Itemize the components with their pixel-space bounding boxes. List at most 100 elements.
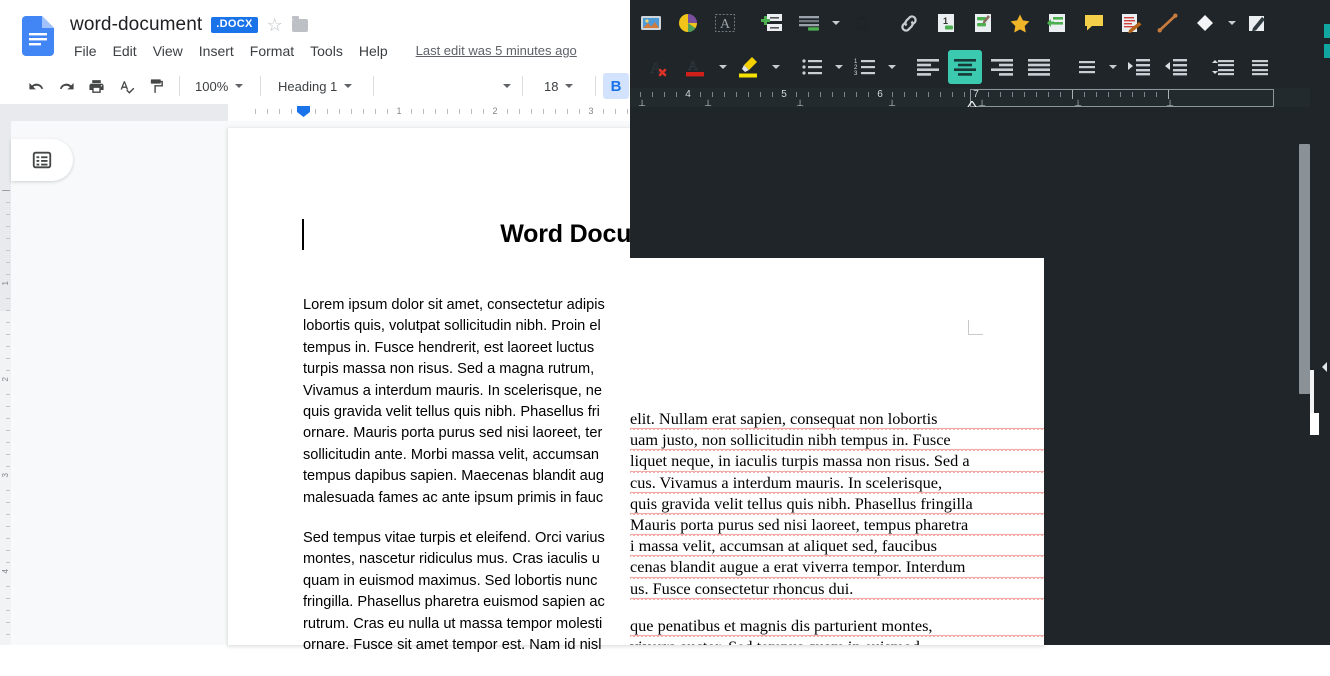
font-color-dropdown-icon[interactable]	[716, 50, 729, 84]
ruler-tick	[507, 109, 508, 114]
align-center-icon[interactable]	[948, 50, 982, 84]
insert-image-icon[interactable]	[634, 6, 668, 40]
toolbar-divider	[595, 76, 596, 96]
ruler-tick	[760, 92, 761, 97]
menu-edit[interactable]: Edit	[105, 40, 145, 62]
insert-hyperlink-icon[interactable]	[892, 6, 926, 40]
menu-view[interactable]: View	[145, 40, 191, 62]
ruler-tick	[387, 109, 388, 114]
tab-stop-marker[interactable]: ⊥	[638, 99, 646, 108]
insert-endnote-icon[interactable]	[966, 6, 1000, 40]
highlight-color-icon[interactable]	[732, 50, 766, 84]
unordered-list-icon[interactable]	[795, 50, 829, 84]
insert-field-icon[interactable]	[792, 6, 826, 40]
ruler-tick	[652, 92, 653, 97]
document-title[interactable]: word-document	[70, 14, 202, 36]
redo-icon[interactable]	[52, 72, 80, 100]
libreoffice-canvas-gap	[630, 107, 1330, 129]
insert-comment-icon[interactable]	[1077, 6, 1111, 40]
tab-stop-marker[interactable]: ⊥	[888, 99, 896, 108]
align-left-icon[interactable]	[911, 50, 945, 84]
unordered-list-dropdown-icon[interactable]	[832, 50, 845, 84]
ordered-list-dropdown-icon[interactable]	[885, 50, 898, 84]
text-cursor	[302, 219, 304, 250]
sidebar-collapse-arrow-icon[interactable]	[1322, 362, 1327, 372]
menu-tools[interactable]: Tools	[302, 40, 351, 62]
ruler-margin-left	[0, 104, 228, 121]
increase-indent-icon[interactable]	[1122, 50, 1156, 84]
font-color-icon[interactable]: A	[679, 50, 713, 84]
menu-format[interactable]: Format	[242, 40, 302, 62]
line-spacing-icon[interactable]	[1069, 50, 1103, 84]
scrollbar-thumb[interactable]	[1299, 144, 1310, 394]
ruler-tick	[6, 598, 10, 599]
bold-button[interactable]: B	[603, 73, 629, 99]
insert-bookmark-icon[interactable]	[1003, 6, 1037, 40]
show-document-outline-button[interactable]	[11, 139, 73, 181]
insert-text-box-icon[interactable]: A	[708, 6, 742, 40]
document-outline-icon	[32, 151, 52, 169]
tab-stop-marker[interactable]: ⊥	[704, 99, 712, 108]
libreoffice-toolbar-row-1: A Ω 1	[634, 2, 1278, 44]
chevron-down-icon	[344, 84, 353, 88]
ruler-tick	[6, 310, 10, 311]
ruler-tick	[6, 418, 10, 419]
insert-page-break-icon[interactable]	[755, 6, 789, 40]
justified-icon[interactable]	[1022, 50, 1056, 84]
libreoffice-ruler[interactable]: 4 5 6 7 ⊥ ⊥ ⊥ ⊥ ⊥ ⊥ ⊥	[630, 88, 1330, 111]
libreoffice-document-text[interactable]: elit. Nullam erat sapien, consequat non …	[630, 408, 1044, 645]
insert-chart-icon[interactable]	[671, 6, 705, 40]
ruler-tick	[6, 634, 10, 635]
ruler-tick	[6, 466, 10, 467]
line-spacing-dropdown-icon[interactable]	[1106, 50, 1119, 84]
increase-paragraph-spacing-icon[interactable]	[1206, 50, 1240, 84]
text-line: liquet neque, in iaculis turpis massa no…	[630, 450, 1044, 473]
insert-field-dropdown-icon[interactable]	[829, 6, 842, 40]
ruler-number: 2	[492, 106, 498, 116]
font-family-select[interactable]	[381, 84, 515, 88]
libreoffice-paragraph[interactable]: que penatibus et magnis dis parturient m…	[630, 615, 1044, 645]
toolbar-divider	[179, 76, 180, 96]
print-icon[interactable]	[82, 72, 110, 100]
spellcheck-icon[interactable]	[112, 72, 140, 100]
undo-icon[interactable]	[22, 72, 50, 100]
ordered-list-icon[interactable]: 123	[848, 50, 882, 84]
tab-stop-marker[interactable]: ⊥	[796, 99, 804, 108]
libreoffice-document-page[interactable]: elit. Nullam erat sapien, consequat non …	[630, 258, 1044, 645]
paragraph-style-select[interactable]: Heading 1	[268, 79, 366, 94]
left-indent-marker-icon[interactable]	[297, 106, 310, 117]
show-draw-functions-icon[interactable]	[1241, 6, 1275, 40]
page-margin-corner-mark	[968, 320, 983, 335]
align-right-icon[interactable]	[985, 50, 1019, 84]
decrease-paragraph-spacing-icon[interactable]	[1243, 50, 1277, 84]
libreoffice-vertical-scrollbar[interactable]	[1299, 129, 1310, 645]
move-to-folder-icon[interactable]	[291, 15, 308, 32]
last-edit-status[interactable]: Last edit was 5 minutes ago	[416, 40, 577, 62]
zoom-control[interactable]: 100%	[187, 79, 253, 94]
highlight-color-dropdown-icon[interactable]	[769, 50, 782, 84]
ruler-tick	[6, 370, 10, 371]
google-docs-file-icon[interactable]	[22, 16, 54, 56]
basic-shapes-dropdown-icon[interactable]	[1225, 6, 1238, 40]
insert-cross-reference-icon[interactable]	[1040, 6, 1074, 40]
insert-line-icon[interactable]	[1151, 6, 1185, 40]
ruler-tick	[808, 92, 809, 97]
menu-insert[interactable]: Insert	[191, 40, 242, 62]
basic-shapes-icon[interactable]	[1188, 6, 1222, 40]
libreoffice-page-clip: elit. Nullam erat sapien, consequat non …	[630, 129, 1044, 645]
libreoffice-paragraph[interactable]: elit. Nullam erat sapien, consequat non …	[630, 408, 1044, 601]
star-outline-icon[interactable]: ☆	[267, 16, 283, 34]
first-line-indent-marker-icon[interactable]	[964, 97, 980, 111]
decrease-indent-icon[interactable]	[1159, 50, 1193, 84]
ruler-tick	[6, 250, 10, 251]
paint-format-icon[interactable]	[142, 72, 170, 100]
clear-formatting-icon[interactable]: A	[642, 50, 676, 84]
track-changes-icon[interactable]	[1114, 6, 1148, 40]
menu-bar: File Edit View Insert Format Tools Help …	[70, 40, 577, 62]
menu-file[interactable]: File	[70, 40, 105, 62]
menu-help[interactable]: Help	[351, 40, 396, 62]
font-size-select[interactable]: 18	[530, 79, 588, 94]
insert-special-character-icon[interactable]: Ω	[845, 6, 879, 40]
sidebar-scroll-handle[interactable]	[1310, 413, 1319, 435]
insert-footnote-icon[interactable]: 1	[929, 6, 963, 40]
